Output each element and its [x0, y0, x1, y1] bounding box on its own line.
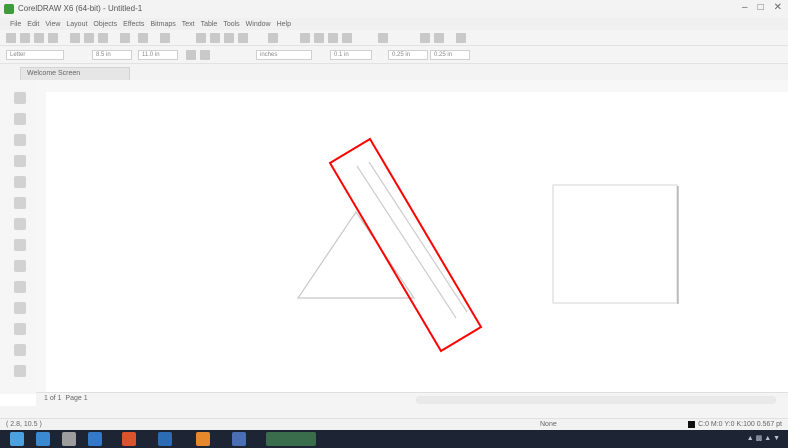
- maximize-icon[interactable]: □: [758, 2, 764, 13]
- duplicate-distance-y-field[interactable]: 0.25 in: [430, 50, 470, 60]
- freehand-tool-icon[interactable]: [14, 176, 26, 188]
- show-rulers-icon[interactable]: [314, 33, 324, 43]
- page-navigator: 1 of 1 Page 1: [36, 392, 788, 407]
- page-counter[interactable]: 1 of 1 Page 1: [44, 395, 88, 402]
- paste-icon[interactable]: [98, 33, 108, 43]
- align-icon[interactable]: [456, 33, 466, 43]
- crop-tool-icon[interactable]: [14, 134, 26, 146]
- menu-item-effects[interactable]: Effects: [123, 21, 144, 28]
- menu-item-help[interactable]: Help: [277, 21, 291, 28]
- windows-taskbar: ▲ ▩ ▲ ▼: [0, 430, 788, 448]
- system-tray[interactable]: ▲ ▩ ▲ ▼: [747, 434, 780, 442]
- text-tool-icon[interactable]: [14, 302, 26, 314]
- cut-icon[interactable]: [70, 33, 80, 43]
- polygon-tool-icon[interactable]: [14, 260, 26, 272]
- smart-fill-tool-icon[interactable]: [14, 197, 26, 209]
- horizontal-scrollbar[interactable]: [416, 396, 776, 404]
- coreldraw-taskbar-icon[interactable]: [266, 432, 316, 446]
- connector-tool-icon[interactable]: [14, 344, 26, 356]
- window-controls: – □ ✕: [742, 2, 782, 13]
- page-size-select[interactable]: Letter: [6, 50, 64, 60]
- publish-pdf-icon[interactable]: [224, 33, 234, 43]
- media-icon[interactable]: [122, 432, 136, 446]
- application-launcher-icon[interactable]: [238, 33, 248, 43]
- full-screen-icon[interactable]: [300, 33, 310, 43]
- menu-item-view[interactable]: View: [45, 21, 60, 28]
- import-icon[interactable]: [196, 33, 206, 43]
- menu-item-text[interactable]: Text: [182, 21, 195, 28]
- libraries-icon[interactable]: [62, 432, 76, 446]
- fill-status: None: [540, 421, 557, 428]
- copy-icon[interactable]: [84, 33, 94, 43]
- duplicate-distance-x-field[interactable]: 0.25 in: [388, 50, 428, 60]
- welcome-screen-icon[interactable]: [420, 33, 430, 43]
- coreldraw-app-icon: [4, 4, 14, 14]
- outline-status-text: C:0 M:0 Y:0 K:100 0.567 pt: [698, 421, 782, 428]
- cursor-coordinates: ( 2.8, 10.5 ): [6, 421, 42, 428]
- snap-to-icon[interactable]: [378, 33, 388, 43]
- save-icon[interactable]: [34, 33, 44, 43]
- drawing-canvas[interactable]: [46, 92, 788, 392]
- zoom-tool-icon[interactable]: [14, 155, 26, 167]
- options-icon[interactable]: [434, 33, 444, 43]
- export-icon[interactable]: [210, 33, 220, 43]
- basic-shapes-tool-icon[interactable]: [14, 281, 26, 293]
- rectangle-tool-icon[interactable]: [14, 218, 26, 230]
- menu-item-bitmaps[interactable]: Bitmaps: [150, 21, 175, 28]
- minimize-icon[interactable]: –: [742, 2, 748, 13]
- folder-icon[interactable]: [196, 432, 210, 446]
- toolbox: [0, 80, 37, 394]
- menu-item-layout[interactable]: Layout: [66, 21, 87, 28]
- document-tab-bar: Welcome Screen: [0, 64, 788, 80]
- ellipse-tool-icon[interactable]: [14, 239, 26, 251]
- menu-item-objects[interactable]: Objects: [93, 21, 117, 28]
- outline-status: C:0 M:0 Y:0 K:100 0.567 pt: [688, 421, 782, 428]
- menu-item-table[interactable]: Table: [201, 21, 218, 28]
- page-tab[interactable]: Page 1: [65, 395, 87, 402]
- windows-start-icon[interactable]: [10, 432, 24, 446]
- menu-item-tools[interactable]: Tools: [223, 21, 239, 28]
- print-icon[interactable]: [48, 33, 58, 43]
- search-icon[interactable]: [160, 33, 170, 43]
- menu-item-window[interactable]: Window: [246, 21, 271, 28]
- menu-bar: File Edit View Layout Objects Effects Bi…: [0, 18, 788, 30]
- browser-icon[interactable]: [88, 432, 102, 446]
- redo-icon[interactable]: [138, 33, 148, 43]
- page-bar-lower: [0, 406, 788, 418]
- shape-tool-icon[interactable]: [14, 113, 26, 125]
- show-grid-icon[interactable]: [328, 33, 338, 43]
- new-document-icon[interactable]: [6, 33, 16, 43]
- zoom-levels-icon[interactable]: [268, 33, 278, 43]
- page-width-field[interactable]: 8.5 in: [92, 50, 132, 60]
- portrait-icon[interactable]: [186, 50, 196, 60]
- outline-color-swatch: [688, 421, 696, 428]
- close-icon[interactable]: ✕: [774, 2, 782, 13]
- landscape-icon[interactable]: [200, 50, 210, 60]
- parallel-dimension-tool-icon[interactable]: [14, 323, 26, 335]
- show-guidelines-icon[interactable]: [342, 33, 352, 43]
- tab-welcome-screen[interactable]: Welcome Screen: [20, 67, 130, 80]
- page-height-field[interactable]: 11.0 in: [138, 50, 178, 60]
- undo-icon[interactable]: [120, 33, 130, 43]
- pick-tool-icon[interactable]: [14, 92, 26, 104]
- title-bar: CorelDRAW X6 (64-bit) - Untitled-1 – □ ✕: [0, 0, 788, 18]
- interactive-fill-tool-icon[interactable]: [14, 365, 26, 377]
- nudge-distance-field[interactable]: 0.1 in: [330, 50, 372, 60]
- explorer-icon[interactable]: [36, 432, 50, 446]
- menu-item-edit[interactable]: Edit: [27, 21, 39, 28]
- window-title: CorelDRAW X6 (64-bit) - Untitled-1: [18, 4, 143, 13]
- menu-item-file[interactable]: File: [10, 21, 21, 28]
- page-count-label: 1 of 1: [44, 395, 62, 402]
- app-icon-generic[interactable]: [232, 432, 246, 446]
- mail-icon[interactable]: [158, 432, 172, 446]
- property-bar: Letter 8.5 in 11.0 in inches 0.1 in 0.25…: [0, 46, 788, 64]
- standard-toolbar: [0, 30, 788, 46]
- open-icon[interactable]: [20, 33, 30, 43]
- units-select[interactable]: inches: [256, 50, 312, 60]
